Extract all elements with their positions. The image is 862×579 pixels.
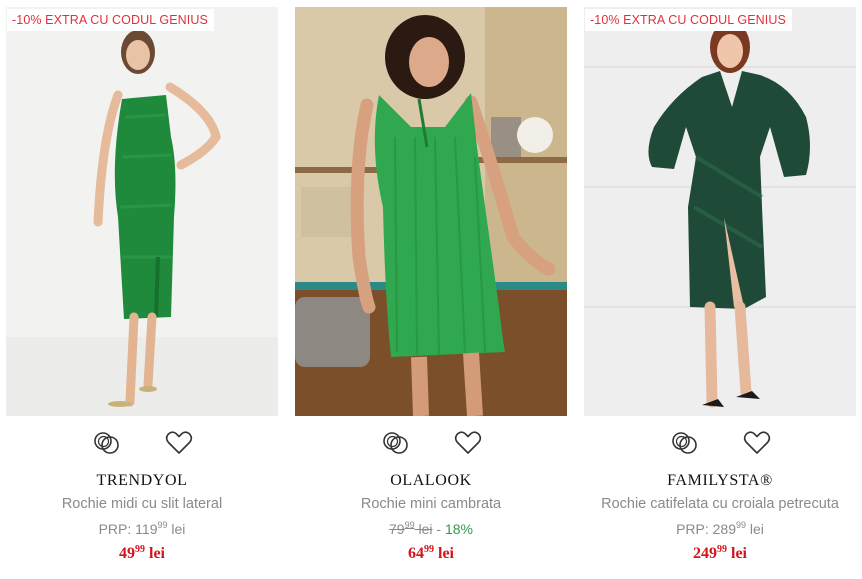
- compare-rings-icon[interactable]: [669, 427, 701, 459]
- old-price: 7999 lei - 18%: [295, 520, 567, 537]
- product-image[interactable]: -10% EXTRA CU CODUL GENIUS: [584, 7, 856, 416]
- product-card-trendyol[interactable]: -10% EXTRA CU CODUL GENIUS TRENDYOL Roch…: [6, 7, 278, 579]
- recommended-price: PRP: 11999 lei: [6, 520, 278, 537]
- product-card-familysta[interactable]: -10% EXTRA CU CODUL GENIUS FAMILYSTA® Ro…: [584, 7, 856, 579]
- price-unit: lei: [438, 545, 454, 562]
- prp-unit: lei: [749, 521, 764, 537]
- genius-discount-badge: -10% EXTRA CU CODUL GENIUS: [585, 9, 792, 31]
- old-price-decimals: 99: [404, 520, 415, 530]
- product-title[interactable]: Rochie catifelata cu croiala petrecuta: [584, 496, 856, 512]
- product-actions: [6, 427, 278, 459]
- product-image[interactable]: -10% EXTRA CU CODUL GENIUS: [6, 7, 278, 416]
- prp-integer: 289: [712, 521, 736, 537]
- compare-rings-icon[interactable]: [91, 427, 123, 459]
- prp-decimals: 99: [736, 520, 747, 530]
- prp-label: PRP:: [676, 521, 709, 537]
- price-integer: 64: [408, 545, 424, 562]
- compare-rings-icon[interactable]: [380, 427, 412, 459]
- product-image[interactable]: [295, 7, 567, 416]
- product-photo-green-midi-dress: [6, 7, 278, 416]
- discount-separator: -: [432, 521, 445, 537]
- product-price: 24999 lei: [584, 544, 856, 563]
- recommended-price: PRP: 28999 lei: [584, 520, 856, 537]
- product-title[interactable]: Rochie mini cambrata: [295, 496, 567, 512]
- genius-discount-badge: -10% EXTRA CU CODUL GENIUS: [7, 9, 214, 31]
- prp-label: PRP:: [98, 521, 132, 537]
- heart-icon[interactable]: [452, 427, 484, 459]
- product-brand[interactable]: FAMILYSTA®: [584, 472, 856, 490]
- product-title[interactable]: Rochie midi cu slit lateral: [6, 496, 278, 512]
- product-photo-green-ribbed-mini-dress: [295, 7, 567, 416]
- discount-percent: 18%: [444, 521, 473, 537]
- price-integer: 249: [693, 545, 717, 562]
- product-photo-green-velvet-wrap-dress: [584, 7, 856, 416]
- old-price-value: 7999 lei: [389, 520, 433, 537]
- old-price-unit: lei: [418, 521, 433, 537]
- prp-decimals: 99: [157, 520, 168, 530]
- price-decimals: 99: [135, 544, 145, 555]
- price-integer: 49: [119, 545, 135, 562]
- heart-icon[interactable]: [163, 427, 195, 459]
- prp-unit: lei: [171, 521, 186, 537]
- product-brand[interactable]: TRENDYOL: [6, 472, 278, 490]
- heart-icon[interactable]: [741, 427, 773, 459]
- product-price: 6499 lei: [295, 544, 567, 563]
- product-card-olalook[interactable]: OLALOOK Rochie mini cambrata 7999 lei - …: [295, 7, 567, 579]
- product-brand[interactable]: OLALOOK: [295, 472, 567, 490]
- product-actions: [584, 427, 856, 459]
- product-price: 4999 lei: [6, 544, 278, 563]
- price-decimals: 99: [717, 544, 727, 555]
- price-unit: lei: [731, 545, 747, 562]
- product-actions: [295, 427, 567, 459]
- price-decimals: 99: [424, 544, 434, 555]
- price-unit: lei: [149, 545, 165, 562]
- old-price-integer: 79: [389, 521, 405, 537]
- prp-integer: 119: [135, 521, 158, 537]
